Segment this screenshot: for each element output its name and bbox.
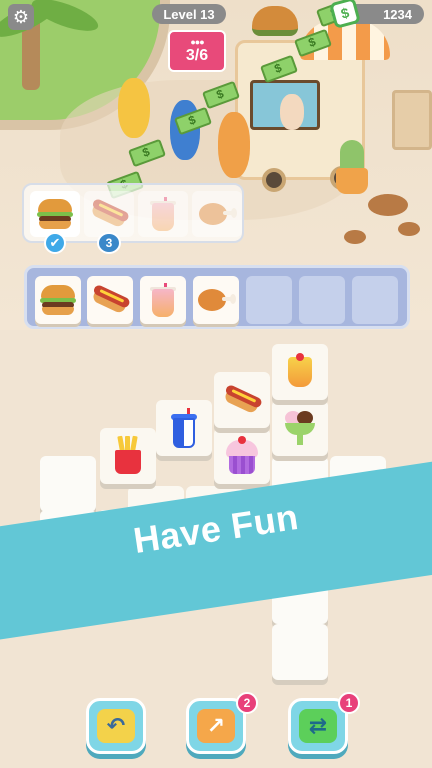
drink-icon: [150, 283, 176, 317]
board-tile-hotdog[interactable]: [214, 372, 270, 428]
order-item-chicken: [192, 191, 242, 237]
fries-icon: [113, 435, 143, 476]
gear-icon: ⚙: [12, 7, 30, 27]
order-item-hotdog: [84, 191, 134, 237]
order-complete-check: ✔: [44, 232, 66, 254]
tray-slot-4: [193, 276, 239, 324]
order-item-burger: [30, 191, 80, 237]
chicken-leg-icon: [199, 199, 237, 229]
menu-sign: [392, 90, 432, 150]
parfait-icon: [285, 353, 315, 391]
coin-amount: 1234: [383, 6, 412, 22]
order-item-drink: [138, 191, 188, 237]
hotdog-icon: [218, 378, 265, 421]
chicken-leg-icon: [198, 285, 236, 315]
cafe-stool: [398, 222, 420, 236]
cafe-table: [368, 194, 408, 216]
truck-wheel: [262, 168, 286, 192]
collection-tray: [24, 265, 410, 329]
board-tile-cupcake[interactable]: [214, 428, 270, 484]
settings-button[interactable]: ⚙: [8, 4, 34, 30]
board-tile-parfait[interactable]: [272, 344, 328, 400]
tray-slot-1: [35, 276, 81, 324]
cafe-stool: [344, 230, 366, 244]
hotdog-icon: [85, 192, 132, 235]
customers-icon: ●●●: [190, 37, 204, 47]
burger-icon: [37, 199, 73, 229]
board-tile-blank[interactable]: [40, 456, 96, 512]
customer-character: [218, 112, 250, 178]
drink-icon: [150, 197, 176, 231]
board-tile-soda[interactable]: [156, 400, 212, 456]
undo-button[interactable]: ↶: [86, 698, 146, 754]
soda-cup-icon: [169, 408, 199, 448]
cupcake-icon: [224, 436, 260, 476]
cactus-pot: [336, 168, 368, 194]
tray-slot-7: [352, 276, 398, 324]
board-tile-ice-cream[interactable]: [272, 400, 328, 456]
burger-icon: [40, 285, 76, 315]
hotdog-icon: [86, 278, 133, 321]
tray-slot-3: [140, 276, 186, 324]
ice-cream-sundae-icon: [283, 409, 317, 447]
burger-sign-icon: [252, 6, 298, 36]
board-tile-fries[interactable]: [100, 428, 156, 484]
shuffle-icon: ⇄: [299, 709, 337, 743]
tray-slot-6: [299, 276, 345, 324]
customer-character: [118, 78, 150, 138]
tray-slot-2: [87, 276, 133, 324]
chef-character: [280, 94, 304, 130]
level-indicator: Level 13: [152, 4, 226, 24]
shuffle-count-badge: 1: [338, 692, 360, 714]
pop-out-count-badge: 2: [236, 692, 258, 714]
customer-progress-badge: ●●● 3/6: [168, 30, 226, 72]
customer-progress: 3/6: [185, 47, 209, 64]
expand-arrow-icon: ↗: [197, 709, 235, 743]
order-remaining-count: 3: [97, 232, 121, 254]
board-tile-blank[interactable]: [272, 624, 328, 680]
undo-arrow-icon: ↶: [97, 709, 135, 743]
tray-slot-5: [246, 276, 292, 324]
